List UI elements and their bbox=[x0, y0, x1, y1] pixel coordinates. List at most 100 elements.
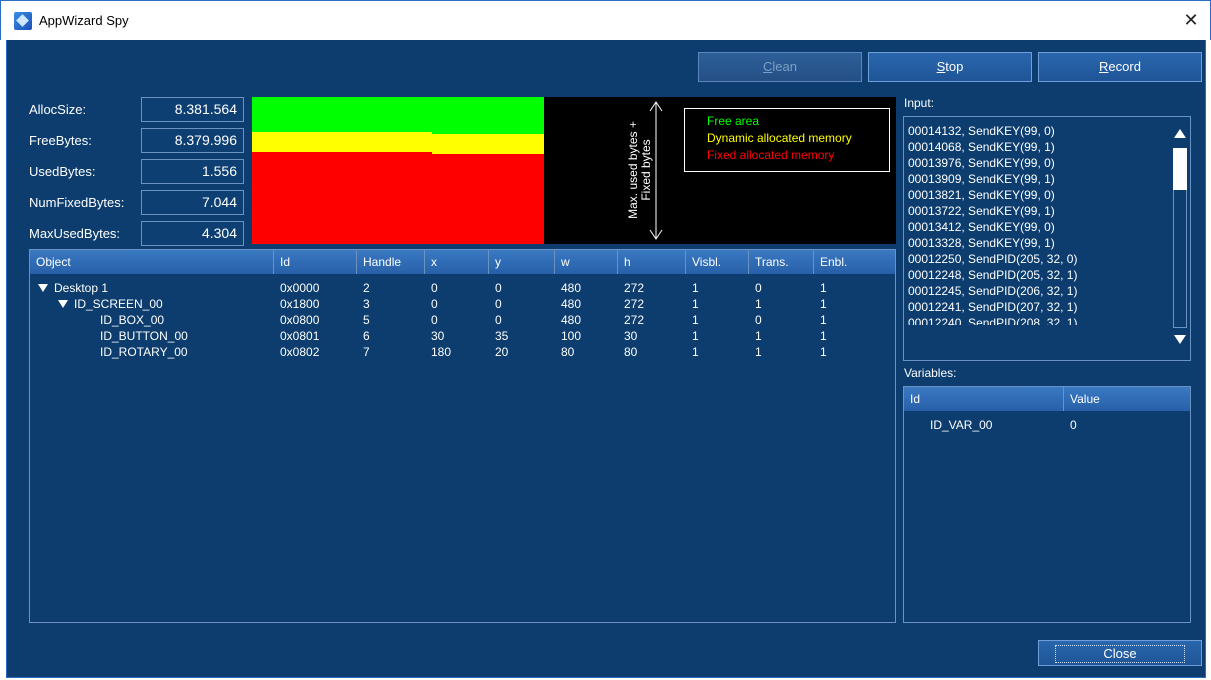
cell-h: 272 bbox=[624, 313, 645, 327]
graph-axis-label-line2: Fixed bytes bbox=[639, 139, 653, 200]
col-w[interactable]: w bbox=[555, 250, 618, 274]
scroll-up-arrow-icon[interactable] bbox=[1174, 129, 1186, 138]
cell-x: 30 bbox=[431, 329, 445, 343]
cell-w: 480 bbox=[561, 313, 582, 327]
alloc-size-label: AllocSize: bbox=[29, 102, 87, 117]
record-button[interactable]: Record bbox=[1038, 52, 1202, 82]
input-log-entry[interactable]: 00013328, SendKEY(99, 1) bbox=[908, 235, 1055, 251]
alloc-size-value: 8.381.564 bbox=[141, 97, 244, 122]
used-bytes-label: UsedBytes: bbox=[29, 164, 96, 179]
tree-expanded-icon[interactable] bbox=[38, 284, 48, 292]
num-fixed-bytes-value: 7.044 bbox=[141, 190, 244, 215]
input-scrollbar[interactable] bbox=[1172, 121, 1188, 351]
cell-visbl: 1 bbox=[692, 329, 699, 343]
input-log-entry[interactable]: 00014132, SendKEY(99, 0) bbox=[908, 123, 1055, 139]
table-row[interactable]: ID_VAR_00 0 bbox=[904, 417, 1190, 433]
input-log-entry[interactable]: 00012250, SendPID(205, 32, 0) bbox=[908, 251, 1077, 267]
col-y[interactable]: y bbox=[489, 250, 555, 274]
input-log-entry[interactable]: 00013722, SendKEY(99, 1) bbox=[908, 203, 1055, 219]
table-row[interactable]: ID_BUTTON_00 0x0801 6 30 35 100 30 1 1 1 bbox=[30, 328, 895, 344]
tree-node-box: ID_BOX_00 bbox=[100, 313, 165, 327]
table-row[interactable]: ID_ROTARY_00 0x0802 7 180 20 80 80 1 1 1 bbox=[30, 344, 895, 360]
col-h[interactable]: h bbox=[618, 250, 686, 274]
tree-node-desktop: Desktop 1 bbox=[38, 280, 108, 296]
cell-visbl: 1 bbox=[692, 345, 699, 359]
free-bytes-value: 8.379.996 bbox=[141, 128, 244, 153]
free-bytes-label: FreeBytes: bbox=[29, 133, 92, 148]
col-handle[interactable]: Handle bbox=[357, 250, 425, 274]
window-title: AppWizard Spy bbox=[39, 13, 129, 28]
cell-visbl: 1 bbox=[692, 297, 699, 311]
max-used-bytes-label: MaxUsedBytes: bbox=[29, 226, 121, 241]
graph-axis-label-line1: Max. used bytes + bbox=[626, 121, 640, 219]
cell-handle: 6 bbox=[363, 329, 370, 343]
col-trans[interactable]: Trans. bbox=[749, 250, 814, 274]
graph-fixed-area-left bbox=[252, 152, 432, 244]
input-log-entry[interactable]: 00013412, SendKEY(99, 0) bbox=[908, 219, 1055, 235]
stop-button[interactable]: Stop bbox=[868, 52, 1032, 82]
object-table: Object Id Handle x y w h Visbl. Trans. E… bbox=[29, 249, 896, 623]
input-log-entry[interactable]: 00012240, SendPID(208, 32, 1) bbox=[908, 315, 1077, 325]
cell-visbl: 1 bbox=[692, 281, 699, 295]
table-row[interactable]: ID_SCREEN_00 0x1800 3 0 0 480 272 1 1 1 bbox=[30, 296, 895, 312]
cell-x: 180 bbox=[431, 345, 452, 359]
input-log-entry[interactable]: 00013909, SendKEY(99, 1) bbox=[908, 171, 1055, 187]
cell-x: 0 bbox=[431, 281, 438, 295]
variables-table: Id Value ID_VAR_00 0 bbox=[903, 386, 1191, 623]
tree-expanded-icon[interactable] bbox=[58, 300, 68, 308]
cell-x: 0 bbox=[431, 313, 438, 327]
col-visbl[interactable]: Visbl. bbox=[686, 250, 749, 274]
input-log-entry[interactable]: 00012245, SendPID(206, 32, 1) bbox=[908, 283, 1077, 299]
input-log-entry[interactable]: 00014068, SendKEY(99, 1) bbox=[908, 139, 1055, 155]
clean-button-mnemonic: C bbox=[763, 59, 773, 74]
col-enbl[interactable]: Enbl. bbox=[814, 250, 895, 274]
cell-w: 80 bbox=[561, 345, 575, 359]
variables-table-header: Id Value bbox=[904, 387, 1190, 411]
cell-h: 30 bbox=[624, 329, 638, 343]
scroll-down-arrow-icon[interactable] bbox=[1174, 335, 1186, 344]
graph-dynamic-area-left bbox=[252, 132, 432, 152]
cell-y: 0 bbox=[495, 297, 502, 311]
cell-w: 100 bbox=[561, 329, 582, 343]
tree-node-rotary: ID_ROTARY_00 bbox=[100, 345, 188, 359]
input-log-entry[interactable]: 00012241, SendPID(207, 32, 1) bbox=[908, 299, 1077, 315]
input-label: Input: bbox=[904, 96, 935, 110]
window-close-button[interactable]: ✕ bbox=[1180, 9, 1202, 31]
scrollbar-thumb[interactable] bbox=[1173, 148, 1187, 190]
cell-y: 20 bbox=[495, 345, 509, 359]
col-id[interactable]: Id bbox=[274, 250, 357, 274]
col-object[interactable]: Object bbox=[30, 250, 274, 274]
cell-enbl: 1 bbox=[820, 345, 827, 359]
cell-visbl: 1 bbox=[692, 313, 699, 327]
clean-button[interactable]: Clean bbox=[698, 52, 862, 82]
cell-id: 0x1800 bbox=[280, 297, 320, 311]
graph-free-area bbox=[252, 97, 544, 132]
input-log-list[interactable]: 00014132, SendKEY(99, 0) 00014068, SendK… bbox=[903, 116, 1191, 361]
input-log-entry[interactable]: 00013821, SendKEY(99, 0) bbox=[908, 187, 1055, 203]
main-client-area: Clean Stop Record AllocSize: 8.381.564 F… bbox=[6, 40, 1206, 678]
variables-label: Variables: bbox=[904, 366, 957, 380]
cell-w: 480 bbox=[561, 281, 582, 295]
tree-node-screen: ID_SCREEN_00 bbox=[58, 296, 163, 312]
cell-x: 0 bbox=[431, 297, 438, 311]
input-log-entry[interactable]: 00012248, SendPID(205, 32, 1) bbox=[908, 267, 1077, 283]
cell-enbl: 1 bbox=[820, 281, 827, 295]
table-row[interactable]: ID_BOX_00 0x0800 5 0 0 480 272 1 0 1 bbox=[30, 312, 895, 328]
num-fixed-bytes-label: NumFixedBytes: bbox=[29, 195, 125, 210]
cell-handle: 5 bbox=[363, 313, 370, 327]
memory-graph: Max. used bytes + Fixed bytes Free area … bbox=[252, 97, 896, 244]
close-button[interactable]: Close bbox=[1038, 640, 1202, 666]
cell-handle: 3 bbox=[363, 297, 370, 311]
col-var-id[interactable]: Id bbox=[904, 387, 1064, 411]
cell-var-value: 0 bbox=[1070, 418, 1077, 432]
cell-id: 0x0800 bbox=[280, 313, 320, 327]
app-logo-icon bbox=[14, 12, 32, 30]
cell-y: 0 bbox=[495, 281, 502, 295]
cell-w: 480 bbox=[561, 297, 582, 311]
col-var-value[interactable]: Value bbox=[1064, 387, 1190, 411]
input-log-entry[interactable]: 00013976, SendKEY(99, 0) bbox=[908, 155, 1055, 171]
table-row[interactable]: Desktop 1 0x0000 2 0 0 480 272 1 0 1 bbox=[30, 280, 895, 296]
stop-button-mnemonic: S bbox=[936, 59, 946, 74]
col-x[interactable]: x bbox=[425, 250, 489, 274]
cell-var-id: ID_VAR_00 bbox=[930, 418, 993, 432]
